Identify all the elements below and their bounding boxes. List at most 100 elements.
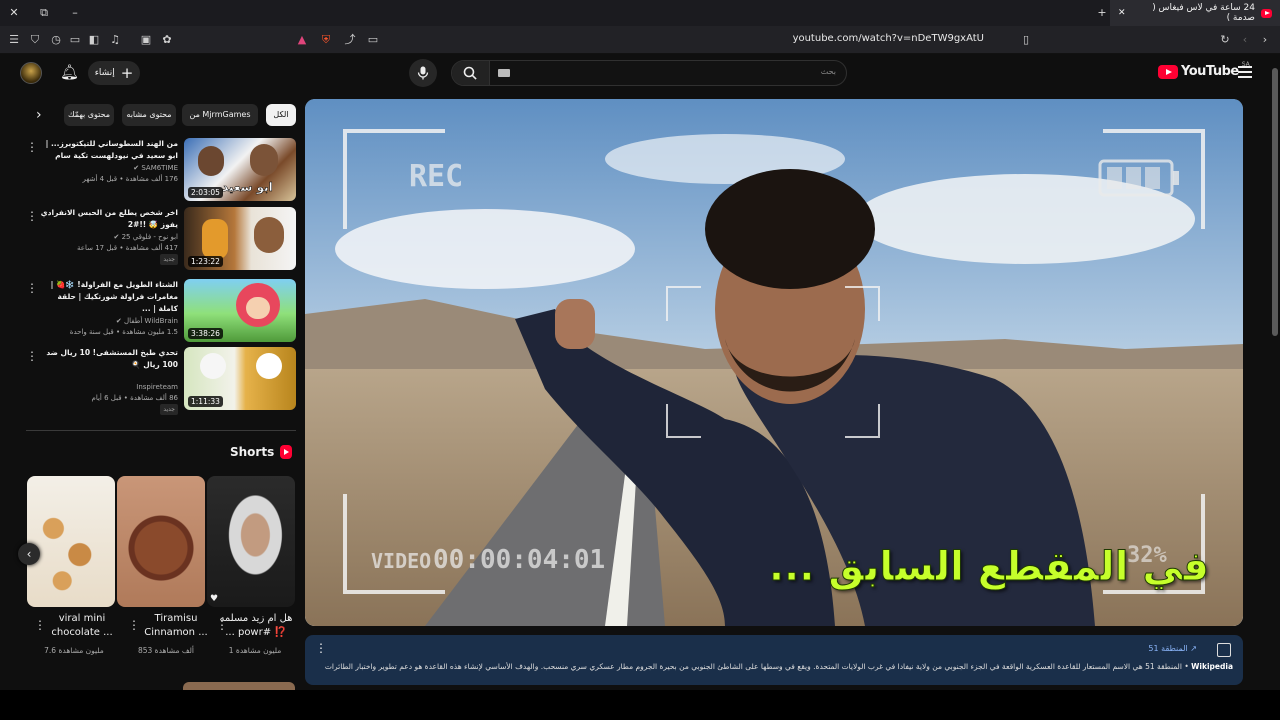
youtube-favicon-icon [1260, 8, 1272, 18]
info-panel: ⋮ المنطقة 51 ↗ Wikipedia • المنطقة 51 هي… [305, 635, 1243, 685]
more-options-icon[interactable]: ⋮ [26, 281, 38, 295]
search-button[interactable] [452, 61, 490, 85]
browser-tab[interactable]: 24 ساعة في لاس فيغاس ( صدمة ) ✕ [1110, 0, 1280, 26]
video-title[interactable]: اخر شخص يطلع من الحبس الانفرادي يفوز 🤯 !… [40, 207, 178, 231]
shorts-previous-button[interactable]: ‹ [18, 543, 40, 565]
bottom-bar [0, 690, 1280, 720]
video-thumbnail[interactable] [183, 682, 295, 690]
restore-window-icon[interactable]: ⧉ [36, 5, 52, 21]
shorts-heading: Shorts [230, 445, 293, 459]
thumbnail-chef-hat [256, 353, 282, 379]
search-input[interactable]: بحث [821, 67, 836, 76]
sidebar-icon[interactable]: ◧ [86, 32, 102, 48]
info-panel-text: Wikipedia • المنطقة 51 هي الاسم المستعار… [323, 662, 1233, 671]
rewards-icon[interactable]: ▲ [294, 32, 310, 48]
tabs-icon[interactable]: ▭ [67, 32, 83, 48]
forward-icon[interactable]: ‹ [1237, 32, 1253, 48]
verified-icon: ✔ [133, 164, 140, 172]
plus-icon: + [120, 64, 134, 82]
more-options-icon[interactable]: ⋮ [216, 618, 228, 632]
duration-badge: 1:23:22 [188, 256, 223, 267]
channel-name[interactable]: ابو نوح - فلوقي 25 [122, 233, 178, 241]
url-field[interactable]: youtube.com/watch?v=nDeTW9gxAtU [793, 33, 984, 44]
info-panel-link[interactable]: المنطقة 51 ↗ [1148, 644, 1197, 653]
more-options-icon[interactable]: ⋮ [34, 618, 46, 632]
info-panel-source[interactable]: Wikipedia [1191, 662, 1233, 671]
chip-all[interactable]: الكل [266, 104, 296, 126]
chip-from-channel[interactable]: من MjrmGames [182, 104, 258, 126]
minimize-window-icon[interactable]: – [67, 5, 83, 21]
guide-menu-icon[interactable] [1238, 66, 1252, 81]
shield-icon[interactable]: ⛉ [27, 32, 43, 48]
logo-text: YouTube [1181, 64, 1239, 79]
article-icon [1217, 643, 1231, 657]
list-item[interactable]: 3:38:26 الشتاء الطويل مع الفراولة! ❄️🍓 |… [26, 279, 296, 343]
list-item[interactable]: 1:23:22 اخر شخص يطلع من الحبس الانفرادي … [26, 207, 296, 271]
wallet-icon[interactable]: ▣ [138, 32, 154, 48]
video-stats: 86 ألف مشاهدة • قبل 6 أيام [91, 394, 178, 402]
search-icon [463, 66, 477, 80]
close-window-icon[interactable]: ✕ [6, 5, 22, 21]
voice-search-button[interactable] [409, 59, 437, 87]
more-options-icon[interactable]: ⋮ [26, 209, 38, 223]
extensions-icon[interactable]: ✿ [159, 32, 175, 48]
more-options-icon[interactable]: ⋮ [128, 618, 140, 632]
short-title[interactable]: Tiramisu Cinnamon ... [138, 612, 214, 640]
music-icon[interactable]: ♫ [107, 32, 123, 48]
video-title[interactable]: من الهند السطوساني للتيكتوبرز... | ابو س… [40, 138, 178, 162]
video-thumbnail[interactable]: 1:11:33 [184, 347, 296, 410]
brave-shield-icon[interactable]: ⛨ [318, 32, 334, 48]
video-title[interactable]: الشتاء الطويل مع الفراولة! ❄️🍓 | مغامرات… [40, 279, 178, 315]
thumbnail-face [198, 146, 224, 176]
short-thumbnail[interactable] [27, 476, 115, 607]
video-caption: في المقطع السابق ... [768, 544, 1209, 591]
page-scrollbar[interactable] [1270, 54, 1280, 690]
create-button[interactable]: إنشاء + [88, 61, 140, 85]
keyboard-icon[interactable] [498, 69, 510, 77]
list-item[interactable]: ابو سعيد 2:03:05 من الهند السطوساني للتي… [26, 138, 296, 202]
channel-name[interactable]: WildBrain أطفال [124, 317, 178, 325]
video-thumbnail[interactable]: ابو سعيد 2:03:05 [184, 138, 296, 201]
channel-name[interactable]: Inspireteam [136, 383, 178, 391]
bookmark-icon[interactable]: ▯ [1018, 32, 1034, 48]
thumbnail-face [246, 297, 270, 319]
notifications-bell-icon[interactable]: 🔔︎ [60, 63, 79, 81]
video-thumbnail[interactable]: 3:38:26 [184, 279, 296, 342]
share-icon[interactable]: ⤴ [342, 32, 358, 48]
short-title[interactable]: viral mini chocolate ... [44, 612, 120, 640]
video-stats: 1.5 مليون مشاهدة • قبل سنة واحدة [69, 328, 178, 336]
short-thumbnail[interactable] [117, 476, 205, 607]
thumbnail-figure [202, 219, 228, 259]
channel-name[interactable]: SAM6TIME [141, 164, 178, 172]
reload-icon[interactable]: ↻ [1217, 32, 1233, 48]
short-title[interactable]: هل ام زيد مسلمه ⁉️ #powr ... [218, 612, 294, 640]
thumbnail-text: ابو سعيد [222, 180, 273, 195]
avatar[interactable] [20, 62, 42, 84]
short-views: 853 ألف مشاهدة [137, 646, 195, 655]
video-title[interactable]: تحدي طبخ المستشفى! 10 ريال ضد 100 ريال 🍳 [40, 347, 178, 371]
menu-icon[interactable]: ☰ [6, 32, 22, 48]
video-overlay: VIDEO [371, 549, 432, 573]
youtube-logo[interactable]: YouTube SA [1158, 61, 1250, 79]
chip-related-to-you[interactable]: محتوى بهمّك [64, 104, 114, 126]
more-options-icon[interactable]: ⋮ [26, 349, 38, 363]
back-icon[interactable]: › [1257, 32, 1273, 48]
new-tab-icon[interactable]: + [1094, 5, 1110, 21]
video-player[interactable]: REC VIDEO 00:00:04:01 32% في المقطع السا… [305, 99, 1243, 626]
duration-badge: 1:11:33 [188, 396, 223, 407]
close-tab-icon[interactable]: ✕ [1118, 8, 1126, 18]
more-options-icon[interactable]: ⋮ [315, 641, 327, 655]
short-thumbnail[interactable]: ♥ [207, 476, 295, 607]
more-options-icon[interactable]: ⋮ [26, 140, 38, 154]
list-item[interactable]: 1:11:33 تحدي طبخ المستشفى! 10 ريال ضد 10… [26, 347, 296, 415]
short-views: 1 مليون مشاهدة [228, 646, 282, 655]
thumbnail-face [254, 217, 284, 253]
chips-next-chevron-icon[interactable]: › [36, 107, 42, 123]
address-bar: ☰ ⛉ ◷ ▭ ◧ ♫ ▣ ✿ ▲ ⛨ ⤴ ▭ youtube.com/watc… [0, 26, 1280, 54]
scrollbar-thumb[interactable] [1272, 68, 1278, 336]
cast-icon[interactable]: ▭ [365, 32, 381, 48]
history-icon[interactable]: ◷ [48, 32, 64, 48]
video-thumbnail[interactable]: 1:23:22 [184, 207, 296, 270]
search-bar[interactable]: بحث [451, 60, 847, 86]
chip-similar[interactable]: محتوى مشابه [122, 104, 176, 126]
